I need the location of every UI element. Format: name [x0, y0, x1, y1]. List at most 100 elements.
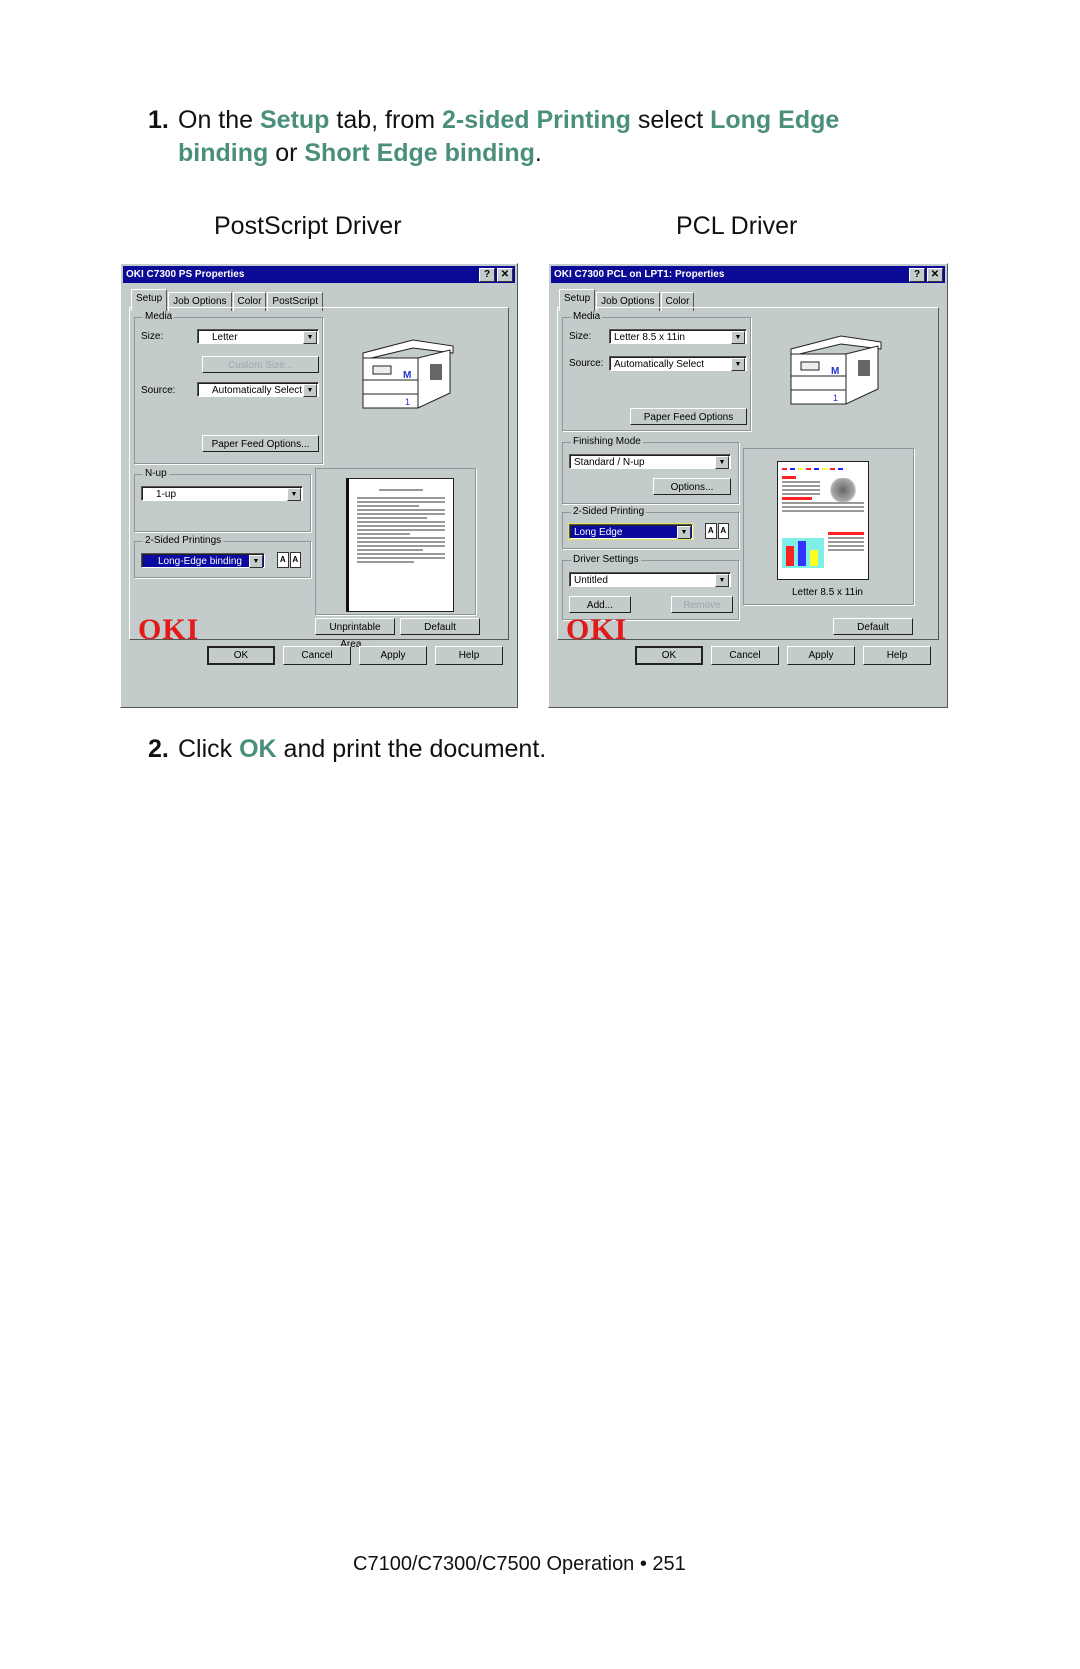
chevron-down-icon[interactable]: ▼	[715, 456, 729, 469]
chevron-down-icon[interactable]: ▼	[303, 384, 317, 397]
tray-1-label: 1	[833, 393, 838, 403]
source-value: Automatically Select	[212, 385, 303, 396]
paper-feed-options-button[interactable]: Paper Feed Options...	[202, 435, 319, 452]
close-button[interactable]: ✕	[497, 268, 513, 282]
chevron-down-icon[interactable]: ▼	[677, 526, 691, 539]
cancel-button[interactable]: Cancel	[711, 646, 779, 665]
dialog-title: OKI C7300 PS Properties	[126, 269, 245, 280]
text: Click	[178, 735, 240, 763]
highlight-binding: binding	[178, 139, 269, 167]
step-2-instruction: 2. Click OK and print the document.	[148, 733, 546, 766]
step-number: 2.	[148, 735, 169, 763]
pcl-properties-dialog: OKI C7300 PCL on LPT1: Properties ? ✕ Se…	[548, 263, 948, 708]
two-sided-group: 2-Sided Printing Long Edge ▼ AA	[562, 506, 739, 549]
options-button[interactable]: Options...	[653, 478, 731, 495]
step-number: 1.	[148, 106, 169, 134]
chevron-down-icon[interactable]: ▼	[731, 331, 745, 344]
highlight-long-edge: Long Edge	[710, 106, 840, 134]
tray-1-label: 1	[405, 397, 410, 407]
driver-settings-value: Untitled	[574, 575, 608, 586]
driver-settings-select[interactable]: Untitled ▼	[569, 572, 731, 587]
highlight-ok: OK	[239, 735, 277, 763]
apply-button[interactable]: Apply	[787, 646, 855, 665]
media-label: Media	[143, 311, 175, 322]
finishing-mode-label: Finishing Mode	[571, 436, 643, 447]
nup-label: N-up	[143, 468, 169, 479]
page-preview	[315, 468, 476, 615]
size-label: Size:	[141, 331, 164, 342]
chevron-down-icon[interactable]: ▼	[249, 555, 263, 568]
two-sided-select[interactable]: Long-Edge binding ▼	[141, 553, 265, 568]
oki-logo: OKI	[138, 613, 200, 646]
text: select	[630, 106, 711, 134]
source-value: Automatically Select	[614, 359, 705, 370]
title-bar: OKI C7300 PCL on LPT1: Properties ? ✕	[551, 266, 945, 283]
apply-button[interactable]: Apply	[359, 646, 427, 665]
text: On the	[178, 106, 260, 134]
two-sided-label: 2-Sided Printing	[571, 506, 647, 517]
close-button[interactable]: ✕	[927, 268, 943, 282]
bar-graphic	[782, 538, 824, 568]
size-label: Size:	[569, 331, 592, 342]
printer-illustration: M 1	[358, 328, 458, 416]
setup-panel: Media Size: Letter 8.5 x 11in ▼ Source: A…	[557, 307, 939, 646]
caption-pcl-driver: PCL Driver	[676, 212, 798, 240]
text: tab, from	[329, 106, 442, 134]
chevron-down-icon[interactable]: ▼	[715, 574, 729, 587]
default-button[interactable]: Default	[833, 618, 913, 635]
unprintable-area-button[interactable]: Unprintable Area...	[315, 618, 395, 650]
tab-setup[interactable]: Setup	[131, 289, 168, 311]
media-group: Media Size: Letter ▼ Custom Size... Sourc…	[134, 311, 323, 464]
nup-value: 1-up	[156, 489, 177, 500]
title-bar: OKI C7300 PS Properties ? ✕	[123, 266, 515, 283]
highlight-2-sided-printing: 2-sided Printing	[442, 106, 631, 134]
paper-feed-options-button[interactable]: Paper Feed Options	[630, 408, 747, 425]
default-button[interactable]: Default	[400, 618, 480, 635]
source-label: Source:	[141, 385, 176, 396]
chevron-down-icon[interactable]: ▼	[731, 358, 745, 371]
ok-button[interactable]: OK	[207, 646, 275, 665]
media-group: Media Size: Letter 8.5 x 11in ▼ Source: A…	[562, 311, 751, 431]
dialog-title: OKI C7300 PCL on LPT1: Properties	[554, 269, 725, 280]
paper-size-caption: Letter 8.5 x 11in	[792, 587, 863, 598]
size-select[interactable]: Letter 8.5 x 11in ▼	[609, 329, 747, 344]
two-sided-label: 2-Sided Printings	[143, 535, 224, 546]
media-label: Media	[571, 311, 603, 322]
size-select[interactable]: Letter ▼	[197, 329, 319, 344]
bird-image	[828, 478, 858, 502]
tray-m-label: M	[403, 370, 411, 381]
help-title-button[interactable]: ?	[909, 268, 925, 282]
book-binding-icon: AA	[277, 552, 301, 568]
text: or	[268, 139, 305, 167]
chevron-down-icon[interactable]: ▼	[287, 488, 301, 501]
custom-size-button[interactable]: Custom Size...	[202, 356, 319, 373]
setup-panel: Media Size: Letter ▼ Custom Size... Sourc…	[129, 307, 509, 650]
caption-postscript-driver: PostScript Driver	[214, 212, 402, 240]
source-select[interactable]: Automatically Select ▼	[609, 356, 747, 371]
preview-page	[346, 478, 454, 612]
tab-setup[interactable]: Setup	[559, 289, 596, 311]
add-button[interactable]: Add...	[569, 596, 631, 613]
book-binding-icon: AA	[705, 523, 729, 539]
nup-group: N-up 1-up ▼	[134, 468, 311, 532]
ps-properties-dialog: OKI C7300 PS Properties ? ✕ Setup Job Op…	[120, 263, 518, 708]
finishing-mode-group: Finishing Mode Standard / N-up ▼ Options.…	[562, 436, 739, 504]
driver-settings-group: Driver Settings Untitled ▼ Add... Remove	[562, 554, 739, 620]
chevron-down-icon[interactable]: ▼	[303, 331, 317, 344]
nup-select[interactable]: 1-up ▼	[141, 486, 303, 501]
remove-button[interactable]: Remove	[671, 596, 733, 613]
source-label: Source:	[569, 358, 604, 369]
source-select[interactable]: Automatically Select ▼	[197, 382, 319, 397]
help-button[interactable]: Help	[435, 646, 503, 665]
driver-settings-label: Driver Settings	[571, 554, 641, 565]
help-title-button[interactable]: ?	[479, 268, 495, 282]
page-footer: C7100/C7300/C7500 Operation • 251	[353, 1553, 686, 1575]
finishing-mode-select[interactable]: Standard / N-up ▼	[569, 454, 731, 469]
cancel-button[interactable]: Cancel	[283, 646, 351, 665]
two-sided-select[interactable]: Long Edge ▼	[568, 523, 694, 540]
ok-button[interactable]: OK	[635, 646, 703, 665]
two-sided-value: Long-Edge binding	[158, 556, 242, 567]
oki-logo: OKI	[566, 613, 628, 646]
highlight-short-edge-binding: Short Edge binding	[304, 139, 535, 167]
help-button[interactable]: Help	[863, 646, 931, 665]
